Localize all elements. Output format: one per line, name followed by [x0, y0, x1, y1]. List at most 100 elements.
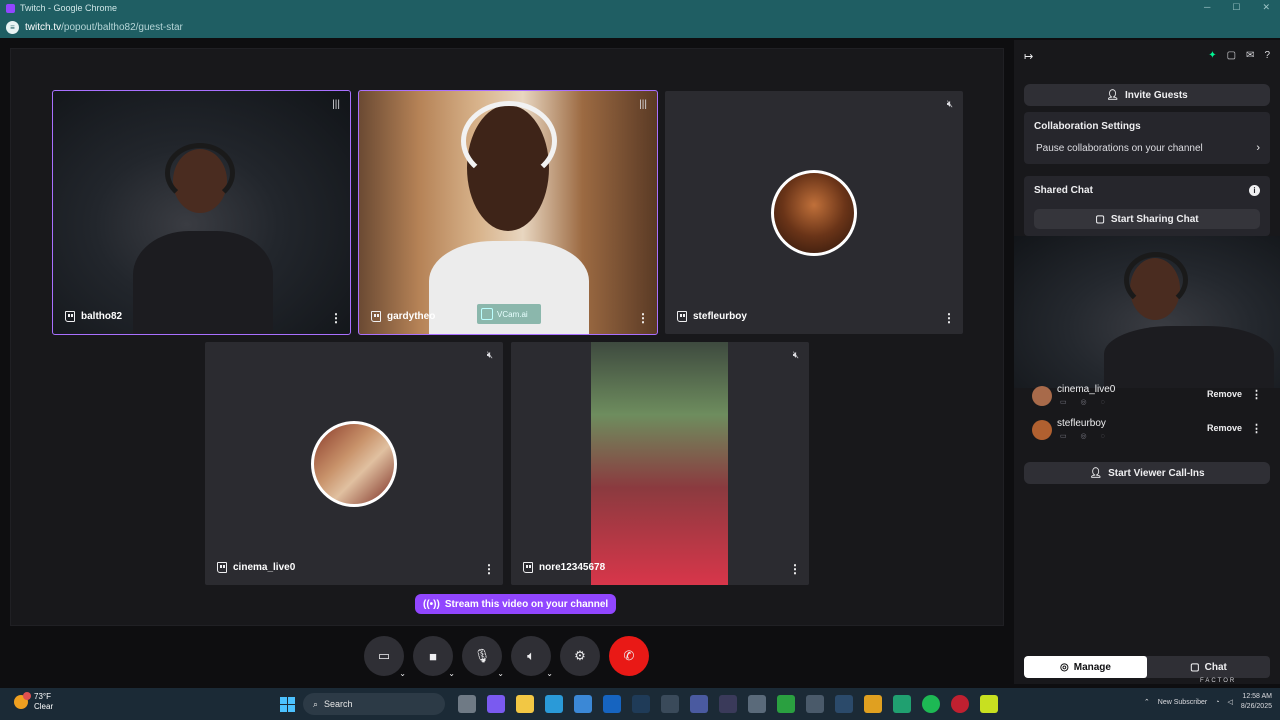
address-bar[interactable]: ≡ twitch.tv/popout/baltho82/guest-star: [0, 16, 1280, 38]
remove-guest-button[interactable]: Remove: [1207, 389, 1242, 399]
app-icon[interactable]: [951, 695, 969, 713]
task-view-icon[interactable]: [458, 695, 476, 713]
guest-status-icons: ▭ ◎ ◌: [1060, 433, 1111, 440]
chevron-down-icon[interactable]: ⌄: [497, 669, 504, 678]
screen-share-button[interactable]: ▭ ⌄: [364, 636, 406, 678]
leave-call-button[interactable]: ✆: [609, 636, 649, 676]
collapse-panel-icon[interactable]: ↦: [1024, 50, 1033, 63]
windows-taskbar: 73°F Clear ⌕ Search ⌃ New Subscriber ◔ ◁ …: [0, 688, 1280, 720]
chevron-right-icon[interactable]: ›: [1256, 142, 1260, 154]
more-options-icon[interactable]: ⋮: [943, 312, 955, 324]
twitch-icon: [217, 562, 227, 573]
chevron-down-icon[interactable]: ⌄: [448, 669, 455, 678]
microphone-button[interactable]: 🎙︎ ⌄: [462, 636, 504, 678]
window-title: Twitch - Google Chrome: [20, 3, 118, 13]
headset-graphic: [165, 143, 235, 203]
windows-start-icon[interactable]: [280, 697, 295, 712]
guest-name: stefleurboy: [1057, 418, 1106, 429]
app-icon[interactable]: [980, 695, 998, 713]
invite-guests-label: Invite Guests: [1124, 89, 1188, 101]
invite-guests-button[interactable]: 👤︎ Invite Guests: [1024, 84, 1270, 106]
app-icon[interactable]: [835, 695, 853, 713]
start-viewer-callins-label: Start Viewer Call-Ins: [1108, 467, 1205, 479]
chevron-up-icon[interactable]: ⌃: [1144, 698, 1150, 706]
twitch-icon: [65, 311, 75, 322]
layout-icon[interactable]: ▢: [1227, 50, 1236, 61]
pause-collaborations-link[interactable]: Pause collaborations on your channel: [1036, 143, 1203, 154]
xbox-icon[interactable]: [777, 695, 795, 713]
panel-tabs: ◎ Manage ▢ Chat: [1024, 656, 1270, 678]
app-icon[interactable]: [748, 695, 766, 713]
more-options-icon[interactable]: ⋮: [1251, 388, 1262, 401]
picture-in-picture-video[interactable]: [1014, 236, 1280, 388]
video-tile-nore12345678[interactable]: 🔇︎ nore12345678 ⋮: [511, 342, 809, 585]
stream-video-label: Stream this video on your channel: [444, 598, 609, 610]
info-icon[interactable]: i: [1249, 185, 1260, 196]
more-options-icon[interactable]: ⋮: [789, 563, 801, 575]
more-options-icon[interactable]: ⋮: [1251, 422, 1262, 435]
avatar: [771, 169, 857, 256]
settings-button[interactable]: ⚙: [560, 636, 600, 676]
weather-condition: Clear: [34, 702, 54, 711]
minimize-icon[interactable]: ─: [1204, 2, 1210, 13]
app-icon[interactable]: [690, 695, 708, 713]
tab-manage-label: Manage: [1073, 661, 1111, 673]
more-options-icon[interactable]: ⋮: [483, 563, 495, 575]
camera-button[interactable]: ■ ⌄: [413, 636, 455, 678]
video-feed: [53, 91, 350, 334]
inbox-icon[interactable]: ✉: [1246, 50, 1254, 61]
chevron-down-icon[interactable]: ⌄: [546, 669, 553, 678]
more-options-icon[interactable]: ⋮: [637, 312, 649, 324]
video-feed: [511, 342, 809, 585]
remove-guest-button[interactable]: Remove: [1207, 423, 1242, 433]
app-icon[interactable]: [806, 695, 824, 713]
taskbar-apps: [458, 695, 998, 713]
spotify-icon[interactable]: [922, 695, 940, 713]
tab-manage[interactable]: ◎ Manage: [1024, 656, 1147, 678]
outlook-icon[interactable]: [603, 695, 621, 713]
clock[interactable]: 12:58 AM 8/26/2025: [1241, 692, 1272, 712]
chat-icon: ▢: [1095, 213, 1105, 225]
copilot-icon[interactable]: [487, 695, 505, 713]
guest-row: stefleurboy ▭ ◎ ◌ Remove ⋮: [1032, 418, 1262, 444]
volume-icon[interactable]: ◁: [1227, 698, 1232, 706]
taskbar-search[interactable]: ⌕ Search: [303, 693, 445, 715]
tab-chat[interactable]: ▢ Chat: [1147, 656, 1270, 678]
shared-chat-title: Shared Chat: [1034, 185, 1093, 196]
start-sharing-chat-button[interactable]: ▢ Start Sharing Chat: [1034, 209, 1260, 229]
obs-icon[interactable]: [661, 695, 679, 713]
edge-icon[interactable]: [545, 695, 563, 713]
steam-icon[interactable]: [632, 695, 650, 713]
start-viewer-callins-button[interactable]: 👤︎ Start Viewer Call-Ins: [1024, 462, 1270, 484]
store-icon[interactable]: [574, 695, 592, 713]
more-options-icon[interactable]: ⋮: [330, 312, 342, 324]
video-tile-baltho82[interactable]: ||| baltho82 ⋮: [52, 90, 351, 335]
chrome-app-icon[interactable]: [893, 695, 911, 713]
speaker-button[interactable]: 🔈︎ ⌄: [511, 636, 553, 678]
network-icon[interactable]: ◔: [1215, 699, 1219, 706]
chevron-down-icon[interactable]: ⌄: [399, 669, 406, 678]
stream-video-button[interactable]: ((•)) Stream this video on your channel: [415, 594, 617, 614]
gear-icon: ⚙: [574, 648, 586, 663]
file-explorer-icon[interactable]: [516, 695, 534, 713]
help-icon[interactable]: ?: [1264, 50, 1270, 61]
add-user-icon: 👤︎: [1089, 467, 1103, 479]
mic-muted-icon: 🔇︎: [946, 99, 953, 110]
sparkle-icon[interactable]: ✦: [1208, 50, 1216, 61]
video-tile-stefleurboy[interactable]: 🔇︎ stefleurboy ⋮: [665, 91, 963, 334]
collaboration-settings-title: Collaboration Settings: [1034, 121, 1141, 132]
clock-date: 8/26/2025: [1240, 703, 1272, 710]
weather-widget[interactable]: 73°F Clear: [14, 692, 53, 712]
maximize-icon[interactable]: ☐: [1232, 2, 1240, 13]
site-info-icon[interactable]: ≡: [6, 20, 19, 34]
tray-notification[interactable]: New Subscriber: [1158, 699, 1207, 706]
close-icon[interactable]: ✕: [1262, 2, 1270, 13]
chrome-icon[interactable]: [864, 695, 882, 713]
video-tile-gardytheo[interactable]: ||| VCam.ai gardytheo ⋮: [358, 90, 658, 335]
app-icon[interactable]: [719, 695, 737, 713]
monitor-icon: ▭: [377, 648, 391, 663]
tile-name: gardytheo: [371, 311, 435, 322]
headset-graphic: [461, 101, 557, 181]
video-tile-cinema-live0[interactable]: 🔇︎ cinema_live0 ⋮: [205, 342, 503, 585]
headset-graphic: [1124, 252, 1188, 308]
